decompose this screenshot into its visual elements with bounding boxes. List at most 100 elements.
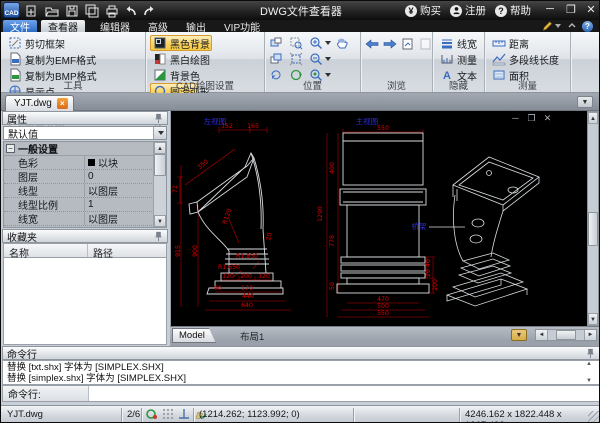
scroll-down-icon[interactable]: ▼	[154, 215, 166, 227]
command-input-row: 命令行:	[2, 385, 599, 402]
zoom-extents-button[interactable]	[289, 52, 309, 66]
property-row[interactable]: 色彩 以块	[4, 156, 166, 170]
copy-emf-button[interactable]: 复制为EMF格式	[5, 51, 96, 67]
command-panel-header: 命令行	[2, 346, 599, 361]
command-line: 替换 [txt.shx] 字体为 [SIMPLEX.SHX]	[7, 362, 164, 373]
resize-grip[interactable]	[588, 411, 599, 422]
layout-list-dropdown-button[interactable]: ▼	[511, 329, 527, 341]
favorites-panel-header: 收藏夹	[2, 229, 168, 244]
cut-frame-button[interactable]: 剪切框架	[5, 35, 85, 51]
status-coordinates: (1214.262; 1123.992; 0)	[199, 409, 300, 420]
scroll-thumb[interactable]	[588, 212, 598, 246]
collapse-ribbon-button[interactable]	[567, 20, 577, 32]
scroll-up-icon[interactable]: ▲	[586, 361, 597, 367]
hide-measure-button[interactable]: 测量	[437, 51, 480, 67]
emf-file-icon	[10, 52, 21, 66]
zoom-in-button[interactable]	[309, 36, 335, 50]
group-label-tools: 工具	[63, 81, 83, 92]
scroll-up-icon[interactable]: ▲	[154, 142, 166, 154]
pan-button[interactable]	[335, 36, 355, 50]
menu-tab-output[interactable]: 输出	[179, 20, 213, 34]
maximize-button[interactable]: ❐	[562, 1, 580, 17]
quick-help-button[interactable]: ?	[582, 20, 593, 32]
properties-scrollbar[interactable]: ▲ ▼	[153, 142, 166, 227]
bw-drawing-button[interactable]: 黑白绘图	[150, 51, 212, 67]
hide-linewidth-button[interactable]: 线宽	[437, 35, 480, 51]
document-close-icon[interactable]: ×	[56, 98, 68, 109]
help-button[interactable]: ? 帮助	[495, 3, 531, 18]
ribbon: 剪切框架 复制为EMF格式 复制为BMP格式 显示点 A 查找文字 修剪光	[1, 32, 599, 131]
chevron-down-icon	[325, 57, 331, 61]
last-view-button[interactable]	[401, 37, 415, 51]
pencil-icon	[542, 21, 552, 31]
pin-icon[interactable]	[154, 113, 163, 124]
mdi-minimize-button[interactable]: ─	[510, 113, 521, 123]
document-tab-strip: YJT.dwg × ▼	[1, 93, 599, 111]
snap-marker-icon[interactable]	[146, 408, 158, 420]
command-scrollbar[interactable]: ▲ ▼	[586, 361, 597, 384]
canvas-vertical-scrollbar[interactable]: ▲ ▼	[587, 111, 599, 326]
help-circle-icon: ?	[582, 20, 593, 32]
column-header-name[interactable]: 名称	[4, 244, 88, 260]
column-header-path[interactable]: 路径	[88, 244, 113, 260]
canvas-horizontal-scrollbar[interactable]: ◄ ►	[535, 329, 597, 341]
scroll-down-icon[interactable]: ▼	[586, 378, 597, 384]
mdi-window-controls: ─ ❐ ✕	[510, 113, 553, 123]
collapse-icon[interactable]: −	[6, 144, 15, 153]
close-button[interactable]: ✕	[582, 1, 599, 17]
previous-window-button[interactable]	[269, 52, 289, 66]
grid-toggle-icon[interactable]	[162, 408, 174, 420]
property-group-row[interactable]: − 一般设置	[4, 142, 166, 156]
minimize-button[interactable]: ─	[541, 1, 559, 17]
scroll-down-icon[interactable]: ▼	[588, 313, 598, 325]
document-tab[interactable]: YJT.dwg ×	[5, 95, 74, 111]
mdi-restore-button[interactable]: ❐	[526, 113, 537, 123]
menu-tab-advanced[interactable]: 高级	[141, 20, 175, 34]
property-row[interactable]: 线宽 以图层	[4, 212, 166, 226]
pen-tool-button[interactable]	[541, 20, 561, 32]
tab-layout1[interactable]: 布局1	[232, 328, 272, 343]
scroll-up-icon[interactable]: ▲	[588, 112, 598, 124]
preset-dropdown[interactable]: 默认值	[3, 126, 167, 141]
front-view-geometry	[336, 132, 430, 294]
measure-polyline-button[interactable]: 多段线长度	[489, 51, 566, 67]
menu-tab-viewer[interactable]: 查看器	[41, 20, 85, 34]
register-button[interactable]: 注册	[450, 3, 486, 18]
command-history[interactable]: 替换 [txt.shx] 字体为 [SIMPLEX.SHX] 替换 [simple…	[2, 360, 599, 385]
command-input[interactable]	[89, 386, 599, 401]
color-swatch	[88, 159, 95, 166]
measure-distance-button[interactable]: 距离	[489, 35, 566, 51]
status-page-indicator: 2/6	[127, 409, 141, 420]
properties-panel-header: 属性	[2, 111, 168, 126]
black-background-toggle[interactable]: 黑色背景	[150, 35, 212, 51]
scroll-right-icon[interactable]: ►	[584, 330, 596, 340]
property-row[interactable]: 线型 以图层	[4, 184, 166, 198]
group-label-position: 位置	[302, 81, 322, 92]
property-row[interactable]: 线型比例 1	[4, 198, 166, 212]
scroll-left-icon[interactable]: ◄	[536, 330, 548, 340]
property-row[interactable]: 图层 0	[4, 170, 166, 184]
dimension-label: 350	[196, 158, 210, 171]
zoom-out-button[interactable]	[309, 52, 335, 66]
tab-list-dropdown-button[interactable]: ▼	[577, 96, 593, 108]
pin-icon[interactable]	[154, 231, 163, 242]
named-view-button[interactable]	[419, 37, 433, 51]
mdi-close-button[interactable]: ✕	[542, 113, 553, 123]
favorites-list[interactable]	[3, 258, 167, 345]
zoom-selection-button[interactable]	[289, 36, 309, 50]
ortho-toggle-icon[interactable]	[178, 408, 190, 420]
pin-icon[interactable]	[586, 348, 595, 359]
zoom-window-button[interactable]	[269, 36, 289, 50]
menu-tab-vip[interactable]: VIP功能	[217, 20, 267, 34]
cad-canvas[interactable]: 152 165 350 72 R120 20 R1,850 R1,650 915 900 120 20…	[171, 111, 587, 326]
buy-button[interactable]: ¥ 购买	[405, 3, 441, 18]
tab-model[interactable]: Model	[172, 328, 216, 343]
scroll-thumb[interactable]	[556, 330, 576, 340]
scroll-thumb[interactable]	[154, 154, 166, 176]
forward-arrow-button[interactable]	[383, 37, 397, 51]
menu-tab-file[interactable]: 文件	[3, 20, 37, 34]
back-arrow-button[interactable]	[365, 37, 379, 51]
dimension-label: 120	[222, 273, 234, 280]
status-drawing-size: 4246.162 x 1822.448 x 1267.498	[465, 409, 562, 422]
menu-tab-editor[interactable]: 编辑器	[93, 20, 137, 34]
